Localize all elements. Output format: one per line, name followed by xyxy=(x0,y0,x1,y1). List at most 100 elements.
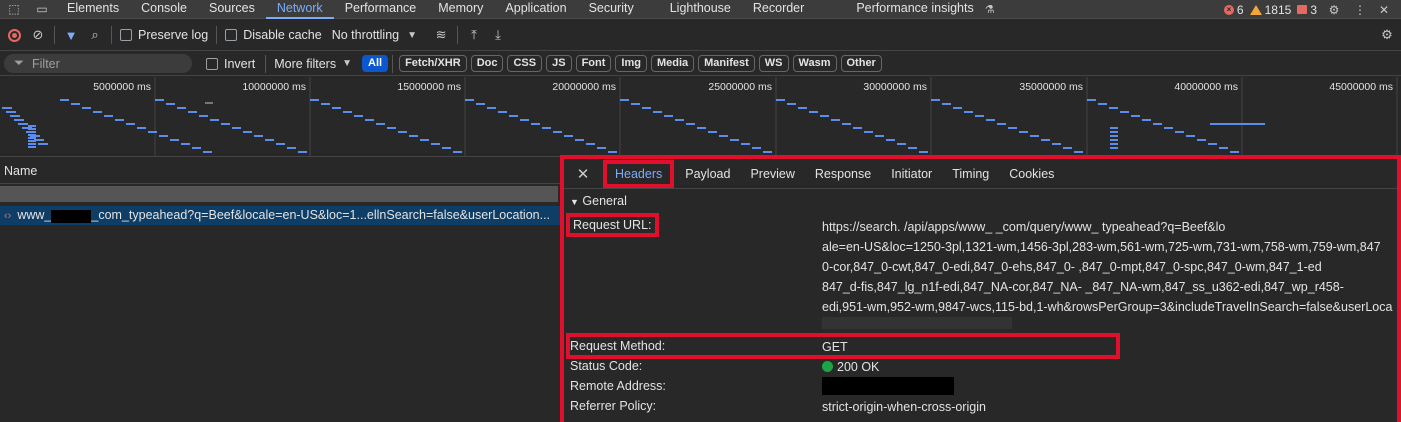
waterfall-bar xyxy=(1255,123,1265,125)
tab-elements[interactable]: Elements xyxy=(56,0,130,19)
invert-checkbox[interactable] xyxy=(206,57,218,70)
waterfall-bar xyxy=(28,143,36,145)
device-toolbar-icon[interactable]: ▭ xyxy=(28,0,56,19)
waterfall-bar xyxy=(1110,147,1118,149)
waterfall-bar xyxy=(1120,111,1129,113)
tab-network[interactable]: Network xyxy=(265,0,334,19)
filter-chip-media[interactable]: Media xyxy=(650,55,695,72)
warning-count[interactable]: 1815 xyxy=(1249,3,1291,17)
waterfall-bar xyxy=(28,125,36,127)
tab-application[interactable]: Application xyxy=(494,0,577,19)
close-icon[interactable]: ✕ xyxy=(564,165,602,183)
name-column-header[interactable]: Name xyxy=(0,158,560,184)
search-icon[interactable]: ⌕ xyxy=(83,20,107,51)
tab-lighthouse[interactable]: Lighthouse xyxy=(659,0,742,19)
tab-memory[interactable]: Memory xyxy=(427,0,494,19)
tab-initiator[interactable]: Initiator xyxy=(881,159,942,189)
remote-address-label: Remote Address: xyxy=(570,379,666,393)
download-icon[interactable]: ⤓ xyxy=(486,20,510,51)
request-url-value: https://search. /api/apps/www_ _com/quer… xyxy=(822,220,1393,314)
waterfall-bar xyxy=(398,131,407,133)
waterfall-bar xyxy=(842,123,851,125)
inspect-element-icon[interactable]: ⬚ xyxy=(0,0,28,19)
tab-response[interactable]: Response xyxy=(805,159,881,189)
general-section-header[interactable]: ▼ General xyxy=(564,189,1397,213)
more-filters-button[interactable]: More filters xyxy=(274,57,336,71)
tab-cookies[interactable]: Cookies xyxy=(999,159,1064,189)
gear-icon[interactable]: ⚙ xyxy=(1323,0,1345,19)
waterfall-bar xyxy=(365,119,374,121)
waterfall-bar xyxy=(1131,115,1140,117)
request-method-label: Request Method: xyxy=(570,339,666,353)
waterfall-bar xyxy=(752,147,761,149)
request-row-selected[interactable]: ‹› www_ _com_typeahead?q=Beef&locale=en-U… xyxy=(0,206,560,225)
waterfall-bar xyxy=(265,139,274,141)
waterfall-bar xyxy=(276,143,285,145)
filter-chip-ws[interactable]: WS xyxy=(758,55,789,72)
waterfall-bar xyxy=(697,127,706,129)
timeline-tick: 35000000 ms xyxy=(1019,81,1083,93)
waterfall-bar xyxy=(975,115,984,117)
waterfall-bar xyxy=(28,131,36,133)
timeline-tick: 10000000 ms xyxy=(242,81,306,93)
clear-icon[interactable]: ⊘ xyxy=(26,20,50,51)
status-code-value: 200 OK xyxy=(822,357,1401,377)
waterfall-bar xyxy=(10,115,20,117)
waterfall-bar xyxy=(542,127,551,129)
waterfall-bar xyxy=(931,99,940,101)
tab-timing[interactable]: Timing xyxy=(942,159,999,189)
tab-recorder[interactable]: Recorder xyxy=(742,0,815,19)
waterfall-bar xyxy=(243,131,252,133)
issues-count[interactable]: 3 xyxy=(1297,3,1317,17)
filter-chip-fetch-xhr[interactable]: Fetch/XHR xyxy=(399,55,467,72)
waterfall-bar xyxy=(820,115,829,117)
network-overview-timeline[interactable]: 5000000 ms 10000000 ms 15000000 ms 20000… xyxy=(0,77,1401,157)
waterfall-bar xyxy=(60,99,69,101)
record-icon[interactable] xyxy=(2,20,26,51)
filter-chip-js[interactable]: JS xyxy=(546,55,572,72)
filter-chip-doc[interactable]: Doc xyxy=(470,55,504,72)
waterfall-bar xyxy=(420,139,429,141)
wifi-icon[interactable]: ≋ xyxy=(429,20,453,51)
network-settings-gear-icon[interactable]: ⚙ xyxy=(1375,20,1399,51)
waterfall-bar xyxy=(686,123,695,125)
waterfall-bar xyxy=(18,123,28,125)
waterfall-bar xyxy=(159,135,168,137)
devtools-tab-bar: ⬚ ▭ Elements Console Sources Network Per… xyxy=(0,0,1401,19)
filter-chip-font[interactable]: Font xyxy=(575,55,612,72)
throttling-select[interactable]: No throttling xyxy=(332,28,399,42)
tab-performance-insights[interactable]: Performance insights xyxy=(845,0,984,19)
error-count[interactable]: × 6 xyxy=(1223,3,1244,17)
tab-headers[interactable]: Headers xyxy=(602,159,675,189)
filter-chip-all[interactable]: All xyxy=(362,55,389,72)
tab-preview[interactable]: Preview xyxy=(740,159,804,189)
tab-payload[interactable]: Payload xyxy=(675,159,740,189)
preserve-log-checkbox[interactable] xyxy=(120,29,132,41)
detail-tabs: ✕ Headers Payload Preview Response Initi… xyxy=(564,159,1397,189)
waterfall-bar xyxy=(597,147,606,149)
waterfall-bar xyxy=(1110,139,1118,141)
tab-console[interactable]: Console xyxy=(130,0,198,19)
tab-security[interactable]: Security xyxy=(578,0,645,19)
filter-bar: ⏷ Filter Invert More filters ▼ All Fetch… xyxy=(0,52,1401,76)
more-vertical-icon[interactable]: ⋮ xyxy=(1351,0,1369,19)
filter-chip-css[interactable]: CSS xyxy=(507,55,543,72)
tab-sources[interactable]: Sources xyxy=(198,0,266,19)
waterfall-bar xyxy=(798,107,807,109)
waterfall-bar xyxy=(942,103,951,105)
filter-chip-wasm[interactable]: Wasm xyxy=(792,55,837,72)
filter-chip-img[interactable]: Img xyxy=(615,55,647,72)
status-ok-icon xyxy=(822,361,833,372)
filter-input[interactable]: ⏷ Filter xyxy=(4,54,192,73)
tab-performance[interactable]: Performance xyxy=(334,0,428,19)
filter-chip-other[interactable]: Other xyxy=(840,55,882,72)
waterfall-bar xyxy=(210,119,219,121)
filter-chip-manifest[interactable]: Manifest xyxy=(698,55,755,72)
waterfall-bar xyxy=(741,143,750,145)
filter-icon[interactable]: ▼ xyxy=(59,20,83,51)
disable-cache-checkbox[interactable] xyxy=(225,29,238,41)
close-icon[interactable]: ✕ xyxy=(1375,0,1393,19)
waterfall-bar xyxy=(126,123,135,125)
upload-icon[interactable]: ⤒ xyxy=(462,20,486,51)
timeline-tick: 15000000 ms xyxy=(397,81,461,93)
